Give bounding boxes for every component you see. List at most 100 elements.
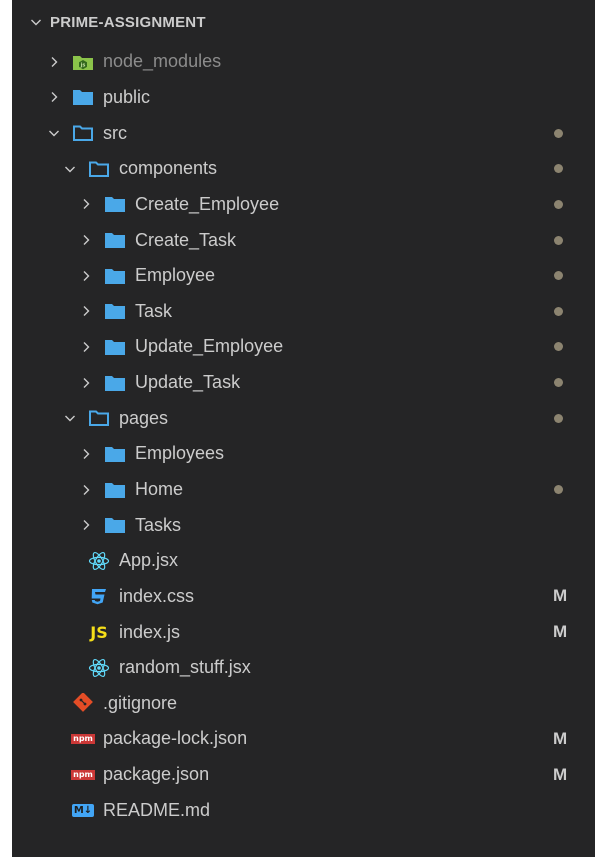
- tree-item-create-employee[interactable]: Create_Employee: [12, 187, 595, 223]
- tree-item-label: package.json: [103, 764, 210, 785]
- chevron-right-icon: [83, 341, 90, 352]
- tree-item-label: README.md: [103, 799, 211, 820]
- folder-icon: [104, 302, 126, 320]
- tree-item-public[interactable]: public: [12, 80, 595, 116]
- chevron-right-icon: [83, 306, 90, 317]
- tree-item-pages[interactable]: pages: [12, 400, 595, 436]
- npm-icon: npm: [71, 766, 95, 784]
- file-tree: js node_modules public src components Cr…: [12, 44, 595, 828]
- tree-item-readme-md[interactable]: M↓ README.md: [12, 792, 595, 828]
- git-status-modified: M: [553, 728, 568, 748]
- folder-icon: [104, 267, 126, 285]
- react-icon: [88, 551, 110, 570]
- tree-item-node-modules[interactable]: js node_modules: [12, 44, 595, 80]
- modified-dot: [554, 235, 563, 245]
- tree-item-components[interactable]: components: [12, 151, 595, 187]
- chevron-down-icon: [49, 130, 59, 137]
- tree-item-update-task[interactable]: Update_Task: [12, 365, 595, 401]
- tree-item-label: public: [103, 86, 151, 107]
- tree-item-label: Employees: [135, 443, 225, 464]
- chevron-right-icon: [51, 56, 58, 67]
- tree-item-label: random_stuff.jsx: [119, 657, 251, 678]
- folder-icon: [104, 195, 126, 213]
- folder-open-icon: [88, 409, 110, 427]
- folder-icon: [104, 338, 126, 356]
- tree-item-task[interactable]: Task: [12, 293, 595, 329]
- modified-dot: [554, 342, 563, 352]
- tree-item-tasks[interactable]: Tasks: [12, 507, 595, 543]
- tree-item-package-lock-json[interactable]: npm package-lock.json M: [12, 721, 595, 757]
- chevron-right-icon: [83, 270, 90, 281]
- tree-item-label: index.js: [119, 621, 181, 642]
- tree-item-label: Create_Employee: [135, 193, 280, 214]
- folder-icon: [104, 445, 126, 463]
- file-explorer-panel: PRIME-ASSIGNMENT js node_modules public …: [12, 0, 595, 857]
- npm-icon: npm: [71, 730, 95, 748]
- chevron-down-icon: [31, 19, 41, 26]
- project-name: PRIME-ASSIGNMENT: [50, 13, 206, 31]
- chevron-down-icon: [65, 415, 75, 422]
- node-modules-folder-icon: js: [72, 53, 94, 71]
- chevron-down-icon: [65, 166, 75, 173]
- tree-item-home[interactable]: Home: [12, 472, 595, 508]
- chevron-right-icon: [83, 235, 90, 246]
- markdown-badge: M↓: [71, 803, 95, 817]
- tree-item-label: Create_Task: [135, 229, 237, 250]
- git-status-modified: M: [553, 764, 568, 784]
- js-badge-text: JS: [90, 622, 108, 642]
- tree-item-label: Employee: [135, 265, 216, 286]
- modified-dot: [554, 271, 563, 281]
- folder-open-icon: [72, 124, 94, 142]
- git-icon: [72, 693, 94, 713]
- tree-item-random-stuff-jsx[interactable]: random_stuff.jsx: [12, 650, 595, 686]
- npm-badge: npm: [71, 769, 95, 780]
- chevron-right-icon: [83, 520, 90, 531]
- tree-item-label: pages: [119, 407, 169, 428]
- tree-item-package-json[interactable]: npm package.json M: [12, 757, 595, 793]
- chevron-right-icon: [83, 448, 90, 459]
- tree-item-label: Update_Task: [135, 372, 241, 393]
- modified-dot: [554, 128, 563, 138]
- folder-icon: [104, 481, 126, 499]
- folder-icon: [104, 516, 126, 534]
- tree-item-label: Tasks: [135, 514, 182, 535]
- tree-item-employees[interactable]: Employees: [12, 436, 595, 472]
- folder-icon: [104, 231, 126, 249]
- tree-item-label: Home: [135, 479, 184, 499]
- tree-item-update-employee[interactable]: Update_Employee: [12, 329, 595, 365]
- modified-dot: [554, 485, 563, 494]
- tree-item-index-css[interactable]: index.css M: [12, 579, 595, 615]
- modified-dot: [554, 199, 563, 209]
- svg-text:js: js: [80, 62, 86, 68]
- chevron-right-icon: [83, 484, 90, 495]
- react-icon: [88, 658, 110, 677]
- chevron-right-icon: [83, 199, 90, 210]
- tree-item-label: node_modules: [103, 51, 222, 72]
- tree-item-employee[interactable]: Employee: [12, 258, 595, 294]
- tree-item-label: components: [119, 158, 218, 179]
- tree-item-src[interactable]: src: [12, 115, 595, 151]
- css-icon: [88, 587, 110, 605]
- tree-item-index-js[interactable]: JS index.js M: [12, 614, 595, 650]
- folder-icon: [104, 374, 126, 392]
- modified-dot: [554, 413, 563, 423]
- js-icon: JS: [88, 622, 110, 642]
- tree-item-gitignore[interactable]: .gitignore: [12, 686, 595, 722]
- modified-dot: [554, 164, 563, 174]
- tree-item-label: package-lock.json: [103, 728, 248, 749]
- folder-icon: [72, 88, 94, 106]
- tree-item-label: src: [103, 122, 127, 143]
- modified-dot: [554, 306, 563, 316]
- tree-item-create-task[interactable]: Create_Task: [12, 222, 595, 258]
- tree-item-label: .gitignore: [103, 692, 178, 713]
- explorer-root-header[interactable]: PRIME-ASSIGNMENT: [12, 8, 595, 36]
- tree-item-app-jsx[interactable]: App.jsx: [12, 543, 595, 579]
- folder-open-icon: [88, 160, 110, 178]
- git-status-modified: M: [553, 622, 568, 642]
- tree-item-label: Task: [135, 300, 173, 321]
- markdown-icon: M↓: [71, 801, 95, 819]
- modified-dot: [554, 378, 563, 388]
- tree-item-label: index.css: [119, 585, 195, 606]
- chevron-right-icon: [51, 92, 58, 103]
- npm-badge: npm: [71, 733, 95, 744]
